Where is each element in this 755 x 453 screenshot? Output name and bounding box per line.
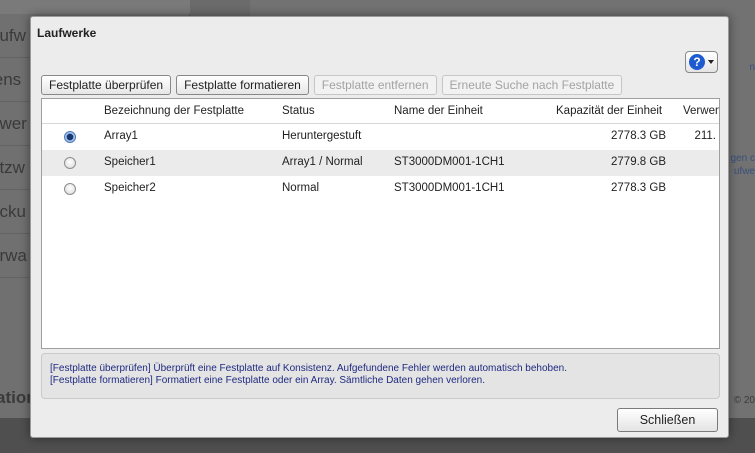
row-radio[interactable] (64, 183, 76, 195)
row-device: ST3000DM001-1CH1 (394, 156, 505, 168)
row-status: Normal (282, 182, 320, 194)
row-name: Speicher2 (104, 182, 156, 194)
info-line: [Festplatte formatieren] Formatiert eine… (50, 375, 486, 386)
format-disk-button[interactable]: Festplatte formatieren (176, 75, 309, 95)
close-button[interactable]: Schließen (617, 408, 718, 432)
row-name: Speicher1 (104, 156, 156, 168)
column-header-name[interactable]: Bezeichnung der Festplatte (104, 99, 244, 124)
drives-table: Bezeichnung der Festplatte Status Name d… (41, 98, 720, 349)
info-line: [Festplatte überprüfen] Überprüft eine F… (50, 363, 567, 374)
table-row[interactable]: Speicher1 Array1 / Normal ST3000DM001-1C… (42, 150, 719, 176)
row-capacity: 2779.8 GB (611, 156, 666, 168)
table-row[interactable]: Speicher2 Normal ST3000DM001-1CH1 2778.3… (42, 176, 719, 202)
help-menu-button[interactable]: ? (685, 51, 718, 73)
background-text: ufwe (733, 166, 755, 177)
row-radio[interactable] (64, 131, 76, 143)
background-text: n (749, 62, 755, 73)
check-disk-button[interactable]: Festplatte überprüfen (41, 75, 172, 95)
table-header: Bezeichnung der Festplatte Status Name d… (42, 99, 719, 124)
toolbar: Festplatte überprüfen Festplatte formati… (41, 75, 623, 95)
table-row[interactable]: Array1 Heruntergestuft 2778.3 GB 211. (42, 124, 719, 150)
column-header-device[interactable]: Name der Einheit (394, 99, 483, 124)
row-name: Array1 (104, 130, 138, 142)
question-mark-icon: ? (689, 54, 705, 70)
background-copyright: © 20 (733, 395, 755, 406)
row-status: Array1 / Normal (282, 156, 363, 168)
background-text: gen c (730, 153, 755, 164)
remove-disk-button[interactable]: Festplatte entfernen (313, 75, 437, 95)
info-panel: [Festplatte überprüfen] Überprüft eine F… (41, 353, 720, 399)
background-sidebar-top (0, 0, 190, 14)
row-usage: 211. (694, 130, 716, 142)
row-capacity: 2778.3 GB (611, 130, 666, 142)
column-header-status[interactable]: Status (282, 99, 315, 124)
column-header-capacity[interactable]: Kapazität der Einheit (556, 99, 662, 124)
row-device: ST3000DM001-1CH1 (394, 182, 505, 194)
chevron-down-icon (708, 60, 714, 64)
rescan-disk-button[interactable]: Erneute Suche nach Festplatte (441, 75, 623, 95)
row-radio[interactable] (64, 157, 76, 169)
column-header-usage[interactable]: Verwen (683, 99, 719, 124)
row-capacity: 2778.3 GB (611, 182, 666, 194)
dialog-title: Laufwerke (37, 26, 97, 40)
drives-dialog: Laufwerke ? Festplatte überprüfen Festpl… (30, 16, 729, 438)
row-status: Heruntergestuft (282, 130, 362, 142)
